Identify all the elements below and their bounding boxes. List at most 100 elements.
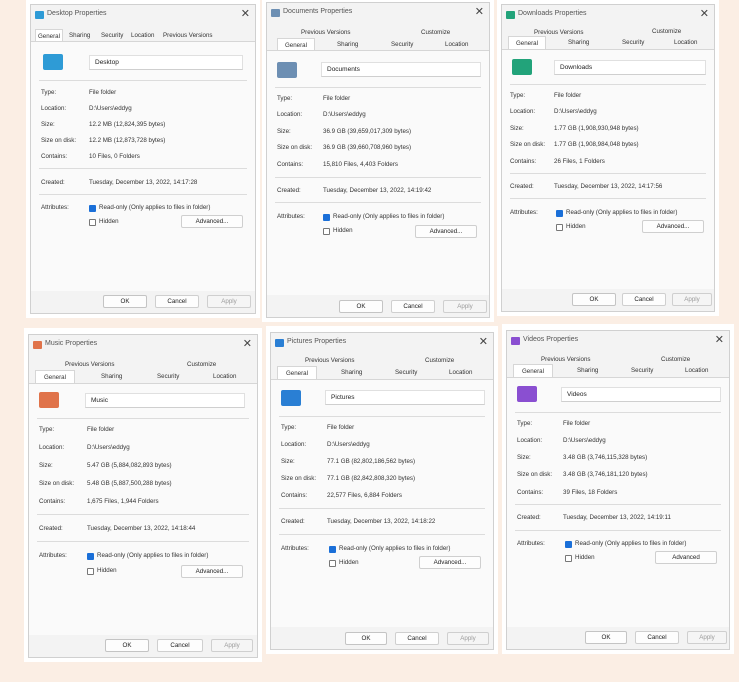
apply-button[interactable]: Apply [447, 632, 489, 645]
tab-general[interactable]: General [35, 370, 75, 383]
read-only-checkbox[interactable] [323, 214, 330, 221]
cancel-button[interactable]: Cancel [635, 631, 679, 644]
ok-button[interactable]: OK [585, 631, 627, 644]
close-icon[interactable]: ✕ [700, 7, 709, 20]
ok-button[interactable]: OK [103, 295, 147, 308]
contains-value: 15,810 Files, 4,403 Folders [323, 161, 398, 168]
tab-general[interactable]: General [508, 36, 546, 49]
contains-label: Contains: [41, 153, 68, 160]
read-only-checkbox[interactable] [556, 210, 563, 217]
general-pane: Desktop Type: File folder Location: D:\U… [31, 42, 255, 291]
cancel-button[interactable]: Cancel [155, 295, 199, 308]
tab-security[interactable]: Security [101, 32, 123, 39]
separator [279, 534, 485, 535]
hidden-checkbox[interactable] [329, 560, 336, 567]
hidden-checkbox[interactable] [323, 228, 330, 235]
close-icon[interactable]: ✕ [475, 5, 484, 18]
advanced-button[interactable]: Advanced... [642, 220, 704, 233]
tab-security[interactable]: Security [622, 39, 644, 46]
cancel-button[interactable]: Cancel [391, 300, 435, 313]
apply-button[interactable]: Apply [211, 639, 253, 652]
tab-security[interactable]: Security [157, 373, 179, 380]
tab-security[interactable]: Security [631, 367, 653, 374]
cancel-button[interactable]: Cancel [395, 632, 439, 645]
tab-sharing[interactable]: Sharing [101, 373, 122, 380]
tab-previous-versions[interactable]: Previous Versions [534, 29, 584, 36]
advanced-button[interactable]: Advanced... [181, 565, 243, 578]
type-value: File folder [89, 89, 117, 96]
advanced-button[interactable]: Advanced... [415, 225, 477, 238]
close-icon[interactable]: ✕ [241, 7, 250, 20]
tab-location[interactable]: Location [685, 367, 708, 374]
folder-name-field[interactable]: Desktop [89, 55, 243, 70]
tab-location[interactable]: Location [445, 41, 468, 48]
ok-button[interactable]: OK [572, 293, 616, 306]
tab-customize[interactable]: Customize [652, 28, 681, 35]
folder-name-field[interactable]: Videos [561, 387, 721, 402]
close-icon[interactable]: ✕ [243, 337, 252, 350]
tab-customize[interactable]: Customize [425, 357, 454, 364]
tab-previous-versions[interactable]: Previous Versions [301, 29, 351, 36]
read-only-label: Read-only (Only applies to files in fold… [339, 545, 451, 552]
advanced-button[interactable]: Advanced [655, 551, 717, 564]
cancel-button[interactable]: Cancel [157, 639, 203, 652]
tab-previous-versions[interactable]: Previous Versions [305, 357, 355, 364]
apply-button[interactable]: Apply [443, 300, 487, 313]
title-bar: Videos Properties ✕ [507, 331, 729, 351]
tab-security[interactable]: Security [395, 369, 417, 376]
apply-button[interactable]: Apply [672, 293, 712, 306]
tab-security[interactable]: Security [391, 41, 413, 48]
tab-bar: Previous Versions Customize General Shar… [507, 353, 729, 377]
read-only-checkbox[interactable] [87, 553, 94, 560]
ok-button[interactable]: OK [105, 639, 149, 652]
created-value: Tuesday, December 13, 2022, 14:17:56 [554, 183, 663, 190]
type-label: Type: [41, 89, 57, 96]
location-label: Location: [510, 108, 536, 115]
tab-location[interactable]: Location [213, 373, 236, 380]
cancel-button[interactable]: Cancel [622, 293, 666, 306]
tab-sharing[interactable]: Sharing [568, 39, 589, 46]
tab-sharing[interactable]: Sharing [577, 367, 598, 374]
tab-general[interactable]: General [513, 364, 553, 377]
tab-general[interactable]: General [277, 366, 317, 379]
type-value: File folder [87, 426, 115, 433]
hidden-checkbox[interactable] [89, 219, 96, 226]
folder-name-field[interactable]: Downloads [554, 60, 706, 75]
tab-sharing[interactable]: Sharing [337, 41, 358, 48]
location-value: D:\Users\eddyg [563, 437, 606, 444]
hidden-checkbox[interactable] [565, 555, 572, 562]
folder-icon [506, 11, 515, 19]
tab-customize[interactable]: Customize [421, 29, 450, 36]
tab-previous-versions[interactable]: Previous Versions [163, 32, 213, 39]
read-only-checkbox[interactable] [329, 546, 336, 553]
tab-location[interactable]: Location [674, 39, 697, 46]
tab-sharing[interactable]: Sharing [341, 369, 362, 376]
read-only-checkbox[interactable] [89, 205, 96, 212]
tab-previous-versions[interactable]: Previous Versions [541, 356, 591, 363]
close-icon[interactable]: ✕ [479, 335, 488, 348]
folder-name-field[interactable]: Music [85, 393, 245, 408]
folder-name-field[interactable]: Pictures [325, 390, 485, 405]
ok-button[interactable]: OK [345, 632, 387, 645]
tab-previous-versions[interactable]: Previous Versions [65, 361, 115, 368]
tab-location[interactable]: Location [131, 32, 154, 39]
tab-sharing[interactable]: Sharing [69, 32, 90, 39]
folder-name-field[interactable]: Documents [321, 62, 481, 77]
documents-folder-icon [277, 62, 297, 78]
advanced-button[interactable]: Advanced... [419, 556, 481, 569]
apply-button[interactable]: Apply [687, 631, 727, 644]
apply-button[interactable]: Apply [207, 295, 251, 308]
advanced-button[interactable]: Advanced... [181, 215, 243, 228]
separator [275, 177, 481, 178]
size-on-disk-label: Size on disk: [517, 471, 553, 478]
hidden-checkbox[interactable] [87, 568, 94, 575]
close-icon[interactable]: ✕ [715, 333, 724, 346]
attributes-label: Attributes: [510, 209, 538, 216]
hidden-checkbox[interactable] [556, 224, 563, 231]
tab-customize[interactable]: Customize [187, 361, 216, 368]
tab-location[interactable]: Location [449, 369, 472, 376]
tab-customize[interactable]: Customize [661, 356, 690, 363]
type-label: Type: [510, 92, 526, 99]
ok-button[interactable]: OK [339, 300, 383, 313]
read-only-checkbox[interactable] [565, 541, 572, 548]
